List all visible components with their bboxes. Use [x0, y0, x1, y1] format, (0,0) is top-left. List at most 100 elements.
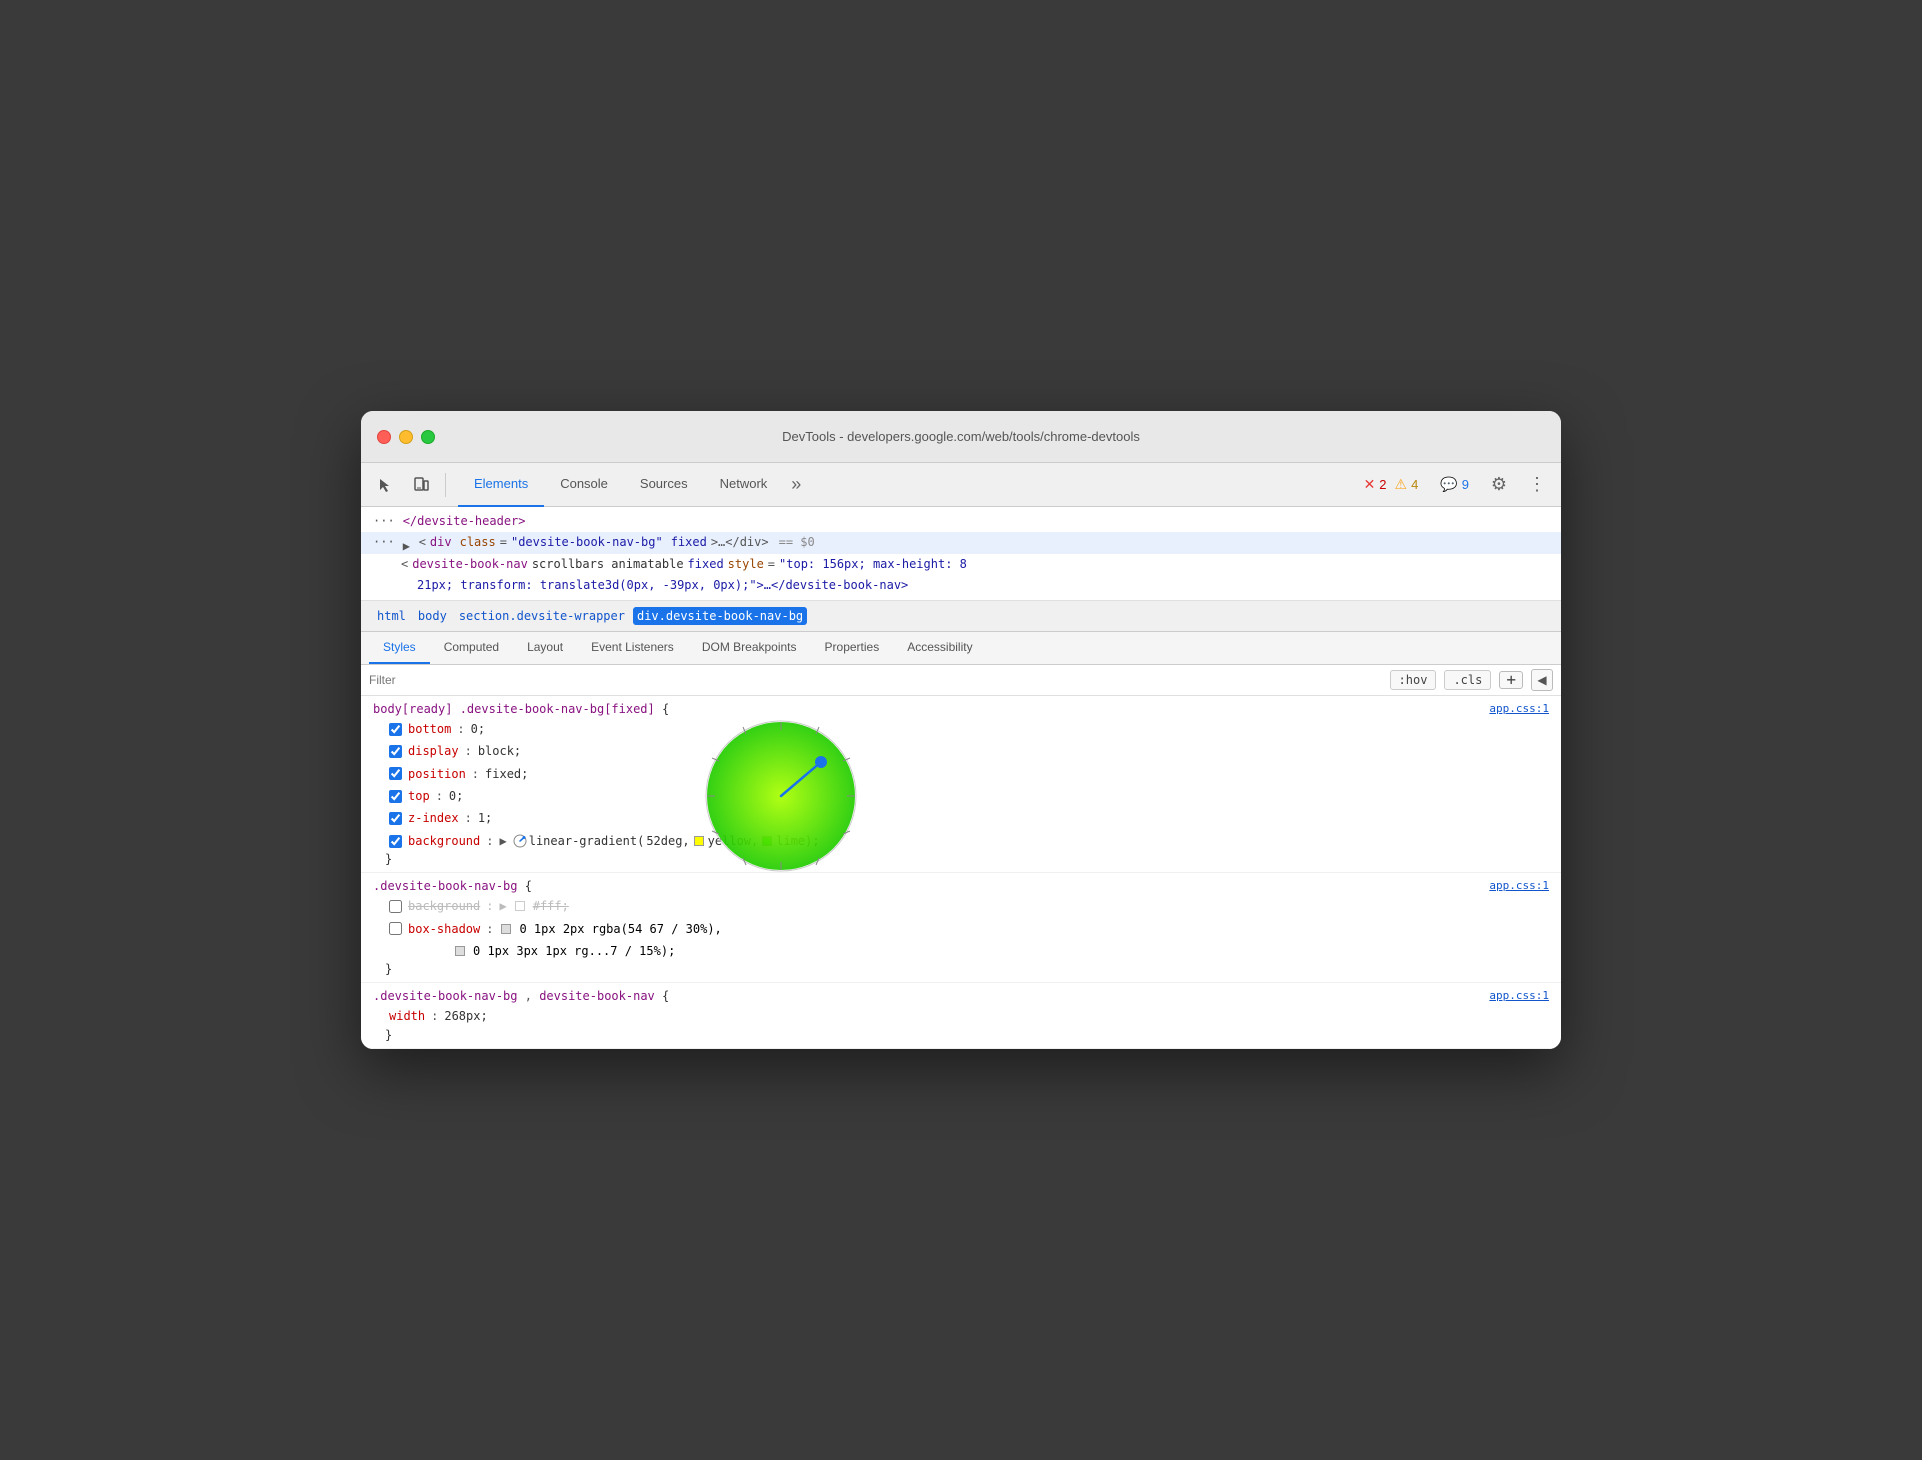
more-options-button[interactable]: ⋮ — [1521, 469, 1553, 501]
css-checkbox-position[interactable] — [389, 767, 402, 780]
style-panel-tabs: Styles Computed Layout Event Listeners D… — [361, 632, 1561, 665]
tab-elements[interactable]: Elements — [458, 463, 544, 507]
breadcrumb-div[interactable]: div.devsite-book-nav-bg — [633, 607, 807, 625]
devtools-toolbar: Elements Console Sources Network » ✕ 2 ⚠… — [361, 463, 1561, 507]
css-value-bottom[interactable]: 0; — [471, 719, 485, 739]
tab-dom-breakpoints[interactable]: DOM Breakpoints — [688, 632, 811, 664]
css-checkbox-bottom[interactable] — [389, 723, 402, 736]
message-count: 9 — [1462, 477, 1469, 492]
settings-button[interactable]: ⚙ — [1483, 469, 1515, 501]
tab-styles[interactable]: Styles — [369, 632, 430, 664]
angle-icon[interactable] — [513, 834, 527, 848]
html-dots-2: ··· — [373, 533, 395, 552]
messages-badge[interactable]: 💬 9 — [1432, 472, 1477, 497]
css-colon-zindex: : — [465, 808, 472, 828]
shadow-swatch-2[interactable] — [455, 946, 465, 956]
css-propname-shadow1: box-shadow — [408, 919, 480, 939]
cls-button[interactable]: .cls — [1444, 670, 1491, 690]
css-brace-open-1: { — [662, 702, 669, 716]
toggle-sidebar-button[interactable]: ◀ — [1531, 669, 1553, 691]
css-value-display[interactable]: block; — [478, 741, 521, 761]
close-button[interactable] — [377, 430, 391, 444]
html-line-1: ··· </devsite-header> — [361, 511, 1561, 532]
breadcrumb-bar: html body section.devsite-wrapper div.de… — [361, 601, 1561, 632]
css-prop-bottom: bottom : 0; — [373, 718, 1549, 740]
html-style-attr: style — [728, 555, 764, 574]
device-icon — [413, 477, 429, 493]
css-source-1[interactable]: app.css:1 — [1489, 702, 1549, 715]
css-propname-top: top — [408, 786, 430, 806]
css-selector-1: body[ready] .devsite-book-nav-bg[fixed] … — [373, 702, 1549, 716]
css-prop-background: background : ▶ linear-gradient( 52deg, — [373, 830, 1549, 852]
errors-badge[interactable]: ✕ 2 ⚠ 4 — [1356, 472, 1427, 497]
warning-count: 4 — [1411, 477, 1418, 492]
html-fixed2: fixed — [688, 555, 724, 574]
filter-input[interactable] — [369, 673, 1382, 687]
tab-layout[interactable]: Layout — [513, 632, 577, 664]
css-value-position[interactable]: fixed; — [485, 764, 528, 784]
device-toolbar-button[interactable] — [405, 469, 437, 501]
cursor-tool-button[interactable] — [369, 469, 401, 501]
html-open-bracket: < — [419, 533, 426, 552]
cursor-icon — [377, 477, 393, 493]
css-selector-text-2: .devsite-book-nav-bg — [373, 879, 525, 893]
maximize-button[interactable] — [421, 430, 435, 444]
tab-properties[interactable]: Properties — [811, 632, 894, 664]
breadcrumb-section[interactable]: section.devsite-wrapper — [455, 607, 629, 625]
breadcrumb-html[interactable]: html — [373, 607, 410, 625]
shadow-swatch-1[interactable] — [501, 924, 511, 934]
css-brace-close-3: } — [373, 1028, 1549, 1042]
tab-network[interactable]: Network — [704, 463, 784, 507]
html-line4-val: 21px; transform: translate3d(0px, -39px,… — [417, 576, 908, 595]
css-bg2-expand[interactable]: ▶ — [499, 896, 506, 916]
html-line-3: < devsite-book-nav scrollbars animatable… — [361, 554, 1561, 575]
tab-console[interactable]: Console — [544, 463, 624, 507]
warning-icon: ⚠ — [1395, 476, 1408, 493]
css-prop-bg2: background : ▶ #fff; — [373, 895, 1549, 917]
html-attr-class-val: "devsite-book-nav-bg" — [511, 533, 663, 552]
toolbar-divider — [445, 473, 446, 497]
css-colon-position: : — [472, 764, 479, 784]
tab-computed[interactable]: Computed — [430, 632, 513, 664]
css-value-top[interactable]: 0; — [449, 786, 463, 806]
css-checkbox-shadow1[interactable] — [389, 922, 402, 935]
angle-wheel-popup[interactable] — [701, 716, 861, 881]
css-brace-open-3: { — [662, 989, 669, 1003]
css-gradient-expand[interactable]: ▶ — [499, 831, 506, 851]
css-checkbox-zindex[interactable] — [389, 812, 402, 825]
css-source-2[interactable]: app.css:1 — [1489, 879, 1549, 892]
html-attr-class: class — [460, 533, 496, 552]
more-tabs-button[interactable]: » — [783, 474, 809, 495]
css-brace-open-2: { — [525, 879, 532, 893]
filter-bar: :hov .cls + ◀ — [361, 665, 1561, 696]
css-checkbox-bg2[interactable] — [389, 900, 402, 913]
white-swatch[interactable] — [515, 901, 525, 911]
html-line-2[interactable]: ··· ▶ < div class = "devsite-book-nav-bg… — [361, 532, 1561, 553]
expand-arrow[interactable]: ▶ — [403, 537, 415, 549]
breadcrumb-body[interactable]: body — [414, 607, 451, 625]
error-icon: ✕ — [1364, 476, 1376, 493]
css-propname-bg2: background — [408, 896, 480, 916]
css-checkbox-top[interactable] — [389, 790, 402, 803]
add-style-button[interactable]: + — [1499, 671, 1523, 689]
css-value-width[interactable]: 268px; — [444, 1006, 487, 1026]
css-checkbox-display[interactable] — [389, 745, 402, 758]
css-value-shadow1[interactable]: 0 1px 2px rgba(54 67 / 30%), — [519, 919, 721, 939]
tab-sources[interactable]: Sources — [624, 463, 704, 507]
hov-button[interactable]: :hov — [1390, 670, 1437, 690]
css-value-zindex[interactable]: 1; — [478, 808, 492, 828]
css-value-bg2[interactable]: #fff; — [533, 896, 569, 916]
angle-wheel-svg[interactable] — [701, 716, 861, 876]
toolbar-right: ✕ 2 ⚠ 4 💬 9 ⚙ ⋮ — [1356, 469, 1553, 501]
css-colon-bottom: : — [457, 719, 464, 739]
tab-accessibility[interactable]: Accessibility — [893, 632, 986, 664]
css-selector-comma: , — [525, 989, 539, 1003]
html-nav-attrs: scrollbars animatable — [532, 555, 684, 574]
minimize-button[interactable] — [399, 430, 413, 444]
css-source-3[interactable]: app.css:1 — [1489, 989, 1549, 1002]
css-propname-zindex: z-index — [408, 808, 459, 828]
css-selector-2: .devsite-book-nav-bg { — [373, 879, 1549, 893]
css-value-shadow2[interactable]: 0 1px 3px 1px rg...7 / 15%); — [473, 941, 675, 961]
css-checkbox-background[interactable] — [389, 835, 402, 848]
tab-event-listeners[interactable]: Event Listeners — [577, 632, 688, 664]
